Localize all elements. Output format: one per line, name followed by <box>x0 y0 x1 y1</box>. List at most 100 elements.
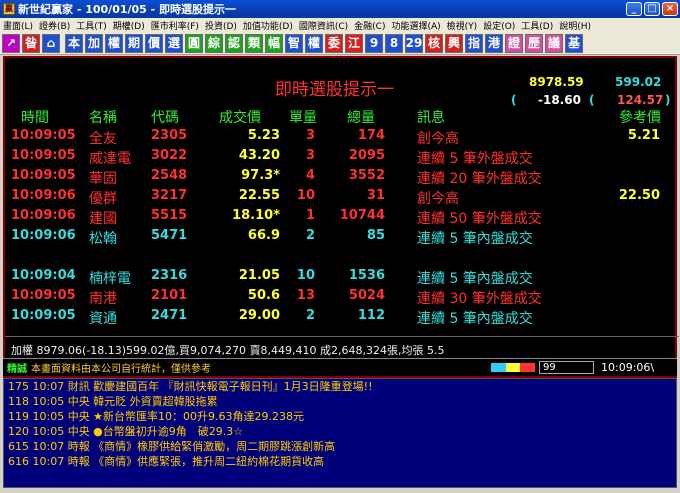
toolbar-button[interactable]: 8 <box>385 33 403 53</box>
toolbar-button[interactable]: 認 <box>225 33 243 53</box>
toolbar-button[interactable]: ↗ <box>2 33 20 53</box>
menu-item[interactable]: 國際資訊(C) <box>296 19 351 32</box>
menu-item[interactable]: 功能選擇(A) <box>388 19 443 32</box>
news-item[interactable]: 120 10:05 中央 ●台幣盤初升逾9角 破29.3☆ <box>4 424 676 439</box>
price-cell: 50.6 <box>247 288 280 303</box>
toolbar-button[interactable]: 9 <box>365 33 383 53</box>
table-row[interactable]: 10:09:06 優群 3217 22.55 10 31 創今高 22.50 <box>5 188 679 207</box>
maximize-button[interactable]: □ <box>644 2 660 16</box>
code-cell: 2305 <box>151 128 188 143</box>
menu-item[interactable]: 工具(T) <box>73 19 110 32</box>
name-cell: 優群 <box>89 191 117 207</box>
menu-item[interactable]: 檢視(Y) <box>444 19 481 32</box>
name-cell: 南港 <box>89 291 117 307</box>
toolbar-button[interactable]: 港 <box>485 33 503 53</box>
alert-panel: 即時選股提示一 8978.59 599.02 ( -18.60 ( 124.57… <box>3 56 679 378</box>
total-cell: 112 <box>357 308 385 323</box>
toolbar-button[interactable]: 幅 <box>265 33 283 53</box>
toolbar-button[interactable]: 指 <box>465 33 483 53</box>
news-item[interactable]: 175 10:07 財訊 歡慶建國百年 『財訊快報電子報日刊』1月3日隆重登場!… <box>4 379 676 394</box>
toolbar-button[interactable]: 綜 <box>205 33 223 53</box>
toolbar-button[interactable]: 類 <box>245 33 263 53</box>
price-cell: 66.9 <box>247 228 280 243</box>
toolbar-button[interactable]: 價 <box>145 33 163 53</box>
news-item[interactable]: 616 10:07 時報 《商情》供應緊張，推升周二紐約棉花期貨收高 <box>4 454 676 469</box>
menu-item[interactable]: 投資(D) <box>202 19 240 32</box>
total-cell: 5024 <box>348 288 385 303</box>
message-cell: 連續 30 筆外盤成交 <box>417 291 542 307</box>
table-row[interactable]: 10:09:05 威達電 3022 43.20 3 2095 連續 5 筆外盤成交 <box>5 148 679 167</box>
table-row[interactable]: 10:09:05 全友 2305 5.23 3 174 創今高 5.21 <box>5 128 679 147</box>
disclaimer-text: 本畫面資料由本公司自行統計，僅供參考 <box>31 364 211 375</box>
table-row[interactable]: 10:09:05 華固 2548 97.3* 4 3552 連續 20 筆外盤成交 <box>5 168 679 187</box>
toolbar-button[interactable]: 基 <box>565 33 583 53</box>
toolbar-button[interactable]: 興 <box>445 33 463 53</box>
otc-value: 599.02 <box>615 75 662 89</box>
toolbar-button[interactable]: 權 <box>105 33 123 53</box>
reference-cell: 5.21 <box>627 128 660 143</box>
index-change: -18.60 <box>538 93 581 107</box>
menu-item[interactable]: 畫面(L) <box>0 19 36 32</box>
price-cell: 21.05 <box>238 268 280 283</box>
col-header-price: 成交價 <box>219 110 261 126</box>
name-cell: 建國 <box>89 211 117 227</box>
news-item[interactable]: 615 10:07 時報 《商情》橡膠供給緊俏激勵，周二期膠跳漲創新高 <box>4 439 676 454</box>
time-cell: 10:09:04 <box>11 268 76 283</box>
toolbar-button[interactable]: 加 <box>85 33 103 53</box>
code-cell: 2316 <box>151 268 188 283</box>
time-cell: 10:09:05 <box>11 168 76 183</box>
menu-item[interactable]: 匯市利率(F) <box>148 19 202 32</box>
news-item[interactable]: 119 10:05 中央 ★新台幣匯率10：00升9.63角達29.238元 <box>4 409 676 424</box>
code-cell: 5515 <box>151 208 188 223</box>
col-header-volume: 單量 <box>289 110 317 126</box>
toolbar-button[interactable]: 期 <box>125 33 143 53</box>
menu-item[interactable]: 金融(C) <box>351 19 388 32</box>
toolbar-button[interactable]: 選 <box>165 33 183 53</box>
table-row[interactable]: 10:09:06 建國 5515 18.10* 1 10744 連續 50 筆外盤成交 <box>5 208 679 227</box>
message-cell: 創今高 <box>417 131 459 147</box>
toolbar-button[interactable]: 29 <box>405 33 423 53</box>
volume-cell: 3 <box>305 128 315 143</box>
toolbar-button[interactable]: 議 <box>545 33 563 53</box>
toolbar-button[interactable]: 歷 <box>525 33 543 53</box>
toolbar-button[interactable]: 昝 <box>22 33 40 53</box>
menu-item[interactable]: 設定(O) <box>480 19 518 32</box>
toolbar-button[interactable]: 證 <box>505 33 523 53</box>
name-cell: 威達電 <box>89 151 131 167</box>
toolbar-button[interactable]: ⌂ <box>42 33 60 53</box>
table-row[interactable]: 10:09:06 松翰 5471 66.9 2 85 連續 5 筆內盤成交 <box>5 228 679 247</box>
menu-item[interactable]: 加值功能(D) <box>240 19 296 32</box>
code-cell: 2101 <box>151 288 188 303</box>
menu-item[interactable]: 證券(B) <box>36 19 73 32</box>
price-cell: 43.20 <box>238 148 280 163</box>
toolbar-button[interactable]: 江 <box>345 33 363 53</box>
volume-cell: 2 <box>305 308 315 323</box>
minimize-button[interactable]: _ <box>626 2 642 16</box>
col-header-message: 訊息 <box>417 110 445 126</box>
table-row[interactable]: 10:09:05 南港 2101 50.6 13 5024 連續 30 筆外盤成交 <box>5 288 679 307</box>
page-number-field[interactable]: 99 <box>539 361 594 374</box>
toolbar-button[interactable]: 本 <box>65 33 83 53</box>
table-row[interactable]: 10:09:04 楠梓電 2316 21.05 10 1536 連續 5 筆內盤成交 <box>5 268 679 287</box>
time-cell: 10:09:05 <box>11 288 76 303</box>
menu-item[interactable]: 工具(D) <box>518 19 556 32</box>
menu-item[interactable]: 期權(D) <box>110 19 148 32</box>
news-item[interactable]: 118 10:05 中央 韓元貶 外資賣超韓股拖累 <box>4 394 676 409</box>
name-cell: 華固 <box>89 171 117 187</box>
toolbar-button[interactable]: 委 <box>325 33 343 53</box>
message-cell: 連續 5 筆內盤成交 <box>417 231 533 247</box>
menu-item[interactable]: 說明(H) <box>556 19 594 32</box>
page-title: 即時選股提示一 <box>275 80 394 100</box>
toolbar-button[interactable]: 核 <box>425 33 443 53</box>
volume-cell: 10 <box>296 188 315 203</box>
close-button[interactable]: × <box>662 2 678 16</box>
toolbar-button[interactable]: 智 <box>285 33 303 53</box>
toolbar-button[interactable]: 圓 <box>185 33 203 53</box>
name-cell: 全友 <box>89 131 117 147</box>
total-cell: 3552 <box>348 168 385 183</box>
table-row[interactable]: 10:09:05 資通 2471 29.00 2 112 連續 5 筆內盤成交 <box>5 308 679 327</box>
message-cell: 連續 20 筆外盤成交 <box>417 171 542 187</box>
time-cell: 10:09:05 <box>11 308 76 323</box>
toolbar-button[interactable]: 權 <box>305 33 323 53</box>
code-cell: 2471 <box>151 308 188 323</box>
